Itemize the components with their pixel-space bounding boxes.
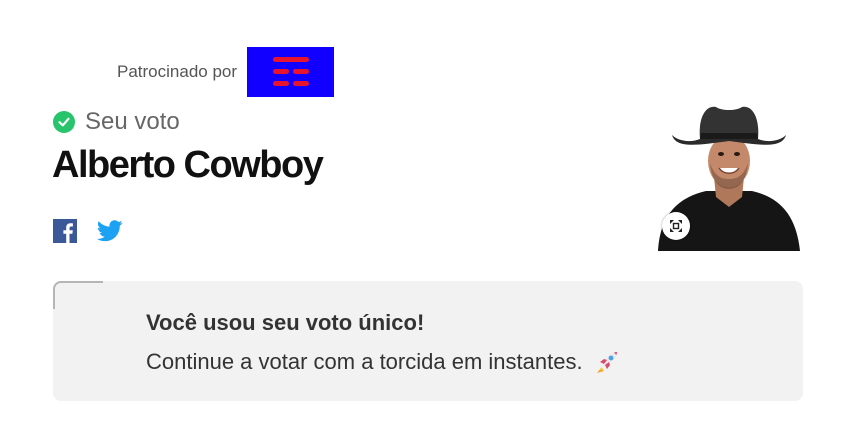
candidate-name: Alberto Cowboy [52,144,324,186]
vote-status: Seu voto [53,108,180,136]
twitter-icon[interactable] [96,220,123,242]
sponsor-logo[interactable] [247,47,335,97]
sponsor-label: Patrocinado por [117,62,238,81]
notice-corner-accent [53,281,103,309]
check-icon [53,111,75,133]
notice-message: Continue a votar com a torcida em instan… [146,349,583,374]
notice-message-row: Continue a votar com a torcida em instan… [146,348,621,376]
sponsor-logo-mark [272,57,309,86]
notice-title: Você usou seu voto único! [146,310,425,335]
vote-status-label: Seu voto [85,108,180,135]
sponsor-block: Patrocinado por [117,47,335,97]
share-buttons [53,219,123,243]
facebook-icon[interactable] [53,219,77,243]
rocket-icon [593,348,621,376]
expand-icon[interactable] [662,212,690,240]
vote-notice: Você usou seu voto único! Continue a vot… [53,281,803,401]
